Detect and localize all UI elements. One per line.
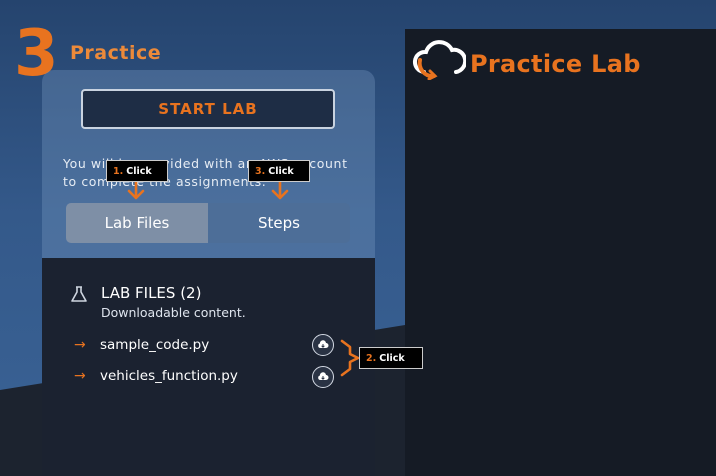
callout-text: Click — [126, 165, 152, 177]
practice-lab-panel — [405, 29, 716, 476]
callout-1: 1. Click — [106, 160, 168, 182]
file-row: → sample_code.py — [74, 334, 209, 356]
cloud-refresh-icon — [413, 40, 466, 80]
callout-number: 3. — [255, 165, 266, 177]
flask-icon — [71, 286, 87, 302]
tab-steps[interactable]: Steps — [208, 203, 350, 243]
file-row: → vehicles_function.py — [74, 365, 238, 387]
practice-lab-title: Practice Lab — [470, 50, 641, 78]
download-button[interactable] — [312, 366, 334, 388]
file-name[interactable]: vehicles_function.py — [100, 368, 238, 384]
callout-text: Click — [268, 165, 294, 177]
callout-number: 2. — [366, 352, 377, 364]
start-lab-button[interactable]: START LAB — [81, 89, 335, 129]
cloud-download-icon — [318, 372, 329, 380]
arrow-right-icon: → — [74, 368, 86, 384]
tab-bar: Lab Files Steps — [66, 203, 350, 243]
download-button[interactable] — [312, 334, 334, 356]
arrow-down-icon — [127, 182, 145, 200]
callout-2: 2. Click — [359, 347, 423, 369]
cloud-download-icon — [318, 340, 329, 348]
lab-files-subtitle: Downloadable content. — [101, 305, 246, 320]
arrow-right-icon: → — [74, 337, 86, 353]
callout-number: 1. — [113, 165, 124, 177]
step-title: Practice — [70, 42, 162, 64]
file-name[interactable]: sample_code.py — [100, 337, 209, 353]
callout-text: Click — [379, 352, 405, 364]
arrow-down-icon — [271, 182, 289, 200]
lab-files-title: LAB FILES (2) — [101, 284, 202, 302]
callout-3: 3. Click — [248, 160, 310, 182]
tab-lab-files[interactable]: Lab Files — [66, 203, 208, 243]
